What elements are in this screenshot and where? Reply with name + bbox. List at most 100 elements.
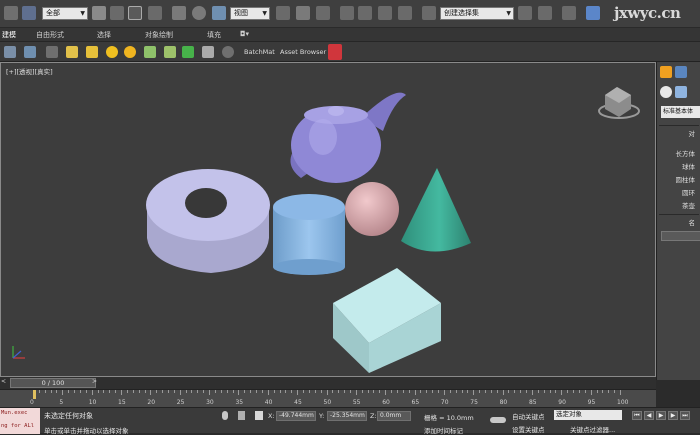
map-pin-icon[interactable] [328,44,342,60]
tick-label: 85 [528,399,537,406]
sun-icon[interactable] [106,46,118,58]
cone-object[interactable] [401,168,471,252]
object-name-field[interactable] [661,231,700,241]
time-slider-thumb[interactable]: 0 / 100 [10,378,96,388]
triangle-icon[interactable] [144,46,156,58]
key-mode-dropdown[interactable]: 选定对象 [554,410,622,420]
minor-tick [156,390,158,393]
keyboard-shortcut-icon[interactable] [316,6,330,20]
y-coordinate-field[interactable]: -25.354mm [327,411,367,421]
primitive-torus-button[interactable]: 圆环 [657,187,700,197]
key-icon[interactable] [490,417,506,423]
layer-manager-icon[interactable] [562,6,576,20]
spinner-snap-icon[interactable] [398,6,412,20]
z-coordinate-field[interactable]: 0.0mm [377,411,411,421]
teapot-icon[interactable] [202,46,214,58]
primitive-box-button[interactable]: 长方体 [657,148,700,158]
window-crossing-icon[interactable] [148,6,162,20]
name-color-rollout-title[interactable]: 名 [657,217,700,227]
track-bar[interactable]: 0 5 10 15 20 25 30 35 40 45 50 55 60 65 70 75 80 85 90 95 10… [0,389,656,407]
ribbon-tool-icon[interactable] [46,46,58,58]
go-to-start-icon[interactable]: ⏮ [632,411,642,420]
auto-key-button[interactable]: 自动关键点 [512,411,545,421]
axis-tripod-icon [12,346,25,359]
rotate-icon[interactable] [192,6,206,20]
ribbon-tool-icon[interactable] [4,46,16,58]
minor-tick [214,390,216,393]
play-icon[interactable]: ▶ [656,411,666,420]
perspective-viewport[interactable]: [+][透视][真实] [0,62,656,377]
torus-object[interactable] [146,169,270,273]
tab-freeform[interactable]: 自由形式 [36,30,64,40]
angle-snap-icon[interactable] [358,6,372,20]
tab-selection[interactable]: 选择 [97,30,111,40]
reference-coordinate-dropdown[interactable]: 视图 ▼ [230,7,270,20]
select-object-icon[interactable] [92,6,106,20]
tab-populate[interactable]: 填充 [207,30,221,40]
minor-tick [109,390,111,393]
box-object[interactable] [333,268,441,373]
align-icon[interactable] [538,6,552,20]
go-to-end-icon[interactable]: ⏭ [680,411,690,420]
geometry-icon[interactable] [660,86,672,98]
tab-object-paint[interactable]: 对象绘制 [145,30,173,40]
teapot-object[interactable] [290,92,406,183]
scene-explorer-icon[interactable] [586,6,600,20]
cylinder-object[interactable] [273,194,345,275]
create-tab-icon[interactable] [660,66,672,78]
primitive-teapot-button[interactable]: 茶壶 [657,200,700,210]
next-frame-icon[interactable]: ▶ [668,411,678,420]
add-time-tag-button[interactable]: 添加时间标记 [424,425,463,435]
percent-snap-icon[interactable] [378,6,392,20]
named-selection-dropdown[interactable]: 创建选择集 ▼ [440,7,514,20]
tick-label: 90 [558,399,566,406]
batchmat-button[interactable]: BatchMat [244,48,275,56]
modify-tab-icon[interactable] [675,66,687,78]
link-icon[interactable] [22,6,36,20]
x-coordinate-field[interactable]: -49.744mm [276,411,316,421]
light-icon[interactable] [66,46,78,58]
chevron-right-icon[interactable]: > [92,378,97,385]
tick-label: 95 [587,399,596,406]
daylight-icon[interactable] [164,46,176,58]
minor-tick [250,390,252,393]
snaps-toggle-icon[interactable] [340,6,354,20]
maxscript-listener[interactable]: Mun.exec ng for ALl [0,408,40,434]
pivot-center-icon[interactable] [276,6,290,20]
time-slider[interactable]: < 0 / 100 > [0,377,656,389]
ribbon-tool-icon[interactable] [24,46,36,58]
previous-frame-icon[interactable]: ◀ [644,411,654,420]
move-icon[interactable] [172,6,186,20]
chevron-left-icon[interactable]: < [1,378,6,385]
primitive-sphere-button[interactable]: 球体 [657,161,700,171]
scale-icon[interactable] [212,6,226,20]
minor-tick [484,390,486,393]
edit-named-selection-icon[interactable] [422,6,436,20]
isolate-icon[interactable] [222,411,228,420]
minor-tick [97,390,99,393]
absolute-mode-icon[interactable] [255,411,263,420]
object-type-rollout-title[interactable]: 对 [657,128,700,138]
shapes-icon[interactable] [675,86,687,98]
ribbon-options-icon[interactable]: ◘▾ [240,30,249,38]
maxscript-line-1: Mun.exec [1,410,28,416]
select-manipulate-icon[interactable] [296,6,310,20]
current-frame-marker[interactable] [33,390,36,399]
sun-icon[interactable] [124,46,136,58]
asset-browser-button[interactable]: Asset Browser [280,48,326,56]
rect-selection-icon[interactable] [128,6,142,20]
viewport-label[interactable]: [+][透视][真实] [6,66,53,76]
viewcube-widget[interactable] [598,87,640,119]
undo-icon[interactable] [4,6,18,20]
object-category-dropdown[interactable]: 标准基本体 [661,106,700,118]
selection-filter-dropdown[interactable]: 全部 ▼ [42,7,88,20]
lock-icon[interactable] [238,411,245,420]
info-icon[interactable] [222,46,234,58]
primitive-cylinder-button[interactable]: 圆柱体 [657,174,700,184]
sphere-object[interactable] [345,182,399,236]
light-icon[interactable] [86,46,98,58]
mirror-icon[interactable] [518,6,532,20]
tree-icon[interactable] [182,46,194,58]
select-by-name-icon[interactable] [110,6,124,20]
tab-modeling[interactable]: 建模 [2,30,16,40]
